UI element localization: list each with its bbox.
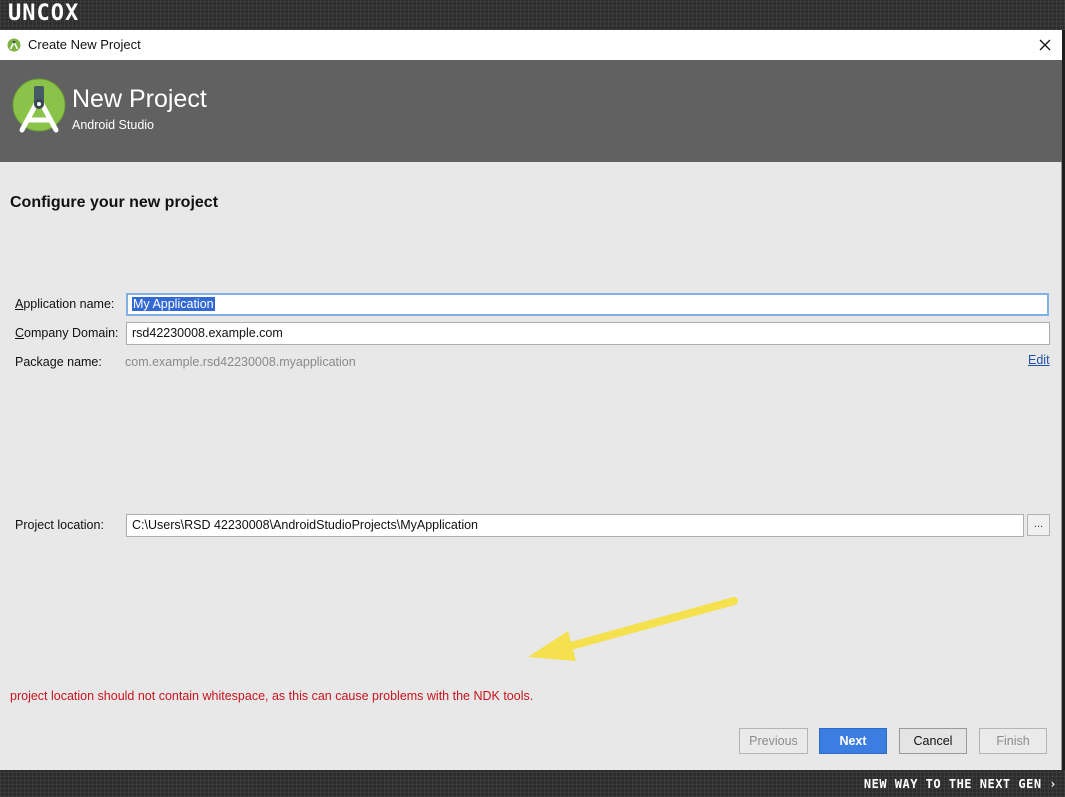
company-domain-label-text: ompany Domain: [24, 326, 119, 340]
window-title: Create New Project [28, 37, 141, 52]
edit-package-link[interactable]: Edit [1028, 353, 1050, 367]
app-name-label: Application name: [15, 297, 114, 311]
finish-button[interactable]: Finish [979, 728, 1047, 754]
browse-location-button[interactable]: ... [1027, 514, 1050, 536]
company-domain-label: Company Domain: [15, 326, 119, 340]
android-studio-logo-icon [12, 78, 66, 133]
company-domain-input[interactable]: rsd42230008.example.com [126, 322, 1050, 345]
annotation-arrow-icon [528, 597, 738, 661]
header-subtitle: Android Studio [72, 118, 155, 132]
header-title: New Project [72, 85, 207, 113]
project-location-label: Project location: [15, 518, 104, 532]
package-name-label: Package name: [15, 355, 102, 369]
previous-button[interactable]: Previous [739, 728, 808, 754]
project-location-input[interactable]: C:\Users\RSD 42230008\AndroidStudioProje… [126, 514, 1024, 537]
android-studio-icon [7, 38, 21, 52]
app-name-value: My Application [132, 297, 215, 311]
close-icon[interactable] [1034, 35, 1056, 55]
wizard-header: New Project Android Studio [0, 60, 1062, 162]
error-message: project location should not contain whit… [10, 689, 534, 703]
package-name-value: com.example.rsd42230008.myapplication [125, 355, 356, 369]
app-name-input[interactable]: My Application [126, 293, 1049, 316]
app-name-label-text: pplication name: [23, 297, 115, 311]
top-branding-strip [0, 0, 1065, 30]
next-button[interactable]: Next [819, 728, 887, 754]
section-title: Configure your new project [10, 194, 219, 211]
company-domain-label-mnemonic: C [15, 326, 25, 340]
create-project-dialog: Create New Project New Project Android S… [0, 30, 1062, 770]
cancel-button[interactable]: Cancel [899, 728, 967, 754]
tagline: NEW WAY TO THE NEXT GEN › [863, 777, 1057, 791]
brand-logo: UNCOX [8, 1, 80, 26]
titlebar: Create New Project [0, 30, 1062, 60]
